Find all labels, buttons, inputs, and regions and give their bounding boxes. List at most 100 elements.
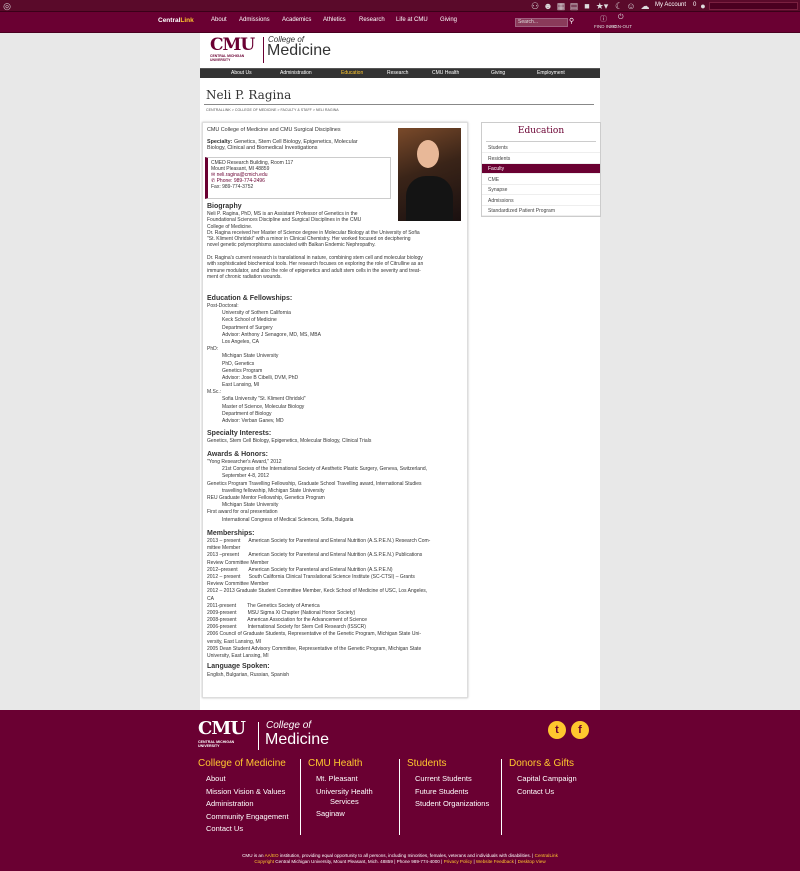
footer-link[interactable]: Future Students xyxy=(415,787,468,796)
nav-athletics[interactable]: Athletics xyxy=(323,17,346,23)
sidebar-item-students[interactable]: Students xyxy=(482,143,600,153)
sitemap-icon[interactable]: ⚇ xyxy=(530,1,540,11)
desktop-view-link[interactable]: Desktop View xyxy=(518,859,546,864)
people-icon[interactable]: ☺ xyxy=(626,1,636,11)
sidebar-title: Education xyxy=(517,126,565,136)
footer-link[interactable]: Contact Us xyxy=(206,824,243,833)
nav-about[interactable]: About xyxy=(211,17,227,23)
cmu-logo[interactable]: CMU xyxy=(210,35,255,55)
footer-link[interactable]: Mission Vision & Values xyxy=(206,787,285,796)
footer-link[interactable]: Saginaw xyxy=(316,809,345,818)
footer-link[interactable]: University Health Services xyxy=(316,787,373,807)
membership-line: 2008-present American Association for th… xyxy=(207,617,368,624)
wordpress-icon[interactable]: ◎ xyxy=(2,1,12,11)
education-line: PhD, Genetics xyxy=(222,360,255,367)
search-input[interactable]: Search... xyxy=(515,18,568,27)
sidebar-item-cme[interactable]: CME xyxy=(482,175,600,185)
logo-medicine: Medicine xyxy=(267,42,332,59)
document-icon[interactable]: ▤ xyxy=(569,1,579,11)
copyright-link[interactable]: Copyright xyxy=(254,859,274,864)
membership-line: 2006 Council of Graduate Students, Repre… xyxy=(207,631,422,638)
sidebar-item-faculty[interactable]: Faculty xyxy=(482,164,600,174)
language-heading: Language Spoken: xyxy=(207,663,270,670)
nav-giving[interactable]: Giving xyxy=(440,17,457,23)
notification-count[interactable]: 0 xyxy=(693,2,696,8)
nav-life-at-cmu[interactable]: Life at CMU xyxy=(396,17,428,23)
logo-divider xyxy=(263,37,264,63)
membership-line: CA xyxy=(207,595,214,602)
award-line: First award for oral presentation xyxy=(207,509,278,516)
lock-icon[interactable]: ■ xyxy=(582,1,592,11)
secnav-research[interactable]: Research xyxy=(387,70,408,77)
secnav-administration[interactable]: Administration xyxy=(280,70,312,77)
sidebar-item-admissions[interactable]: Admissions xyxy=(482,196,600,206)
footer-col-heading: CMU Health xyxy=(308,758,363,769)
education-line: M.Sc.: xyxy=(207,389,222,396)
biography-text: Neli P. Ragina, PhD, MS is an Assistant … xyxy=(207,211,423,280)
membership-line: Review Committee Member xyxy=(207,559,269,566)
footer-link[interactable]: Student Organizations xyxy=(415,799,489,808)
users-icon[interactable]: ☻ xyxy=(543,1,553,11)
secnav-about-us[interactable]: About Us xyxy=(231,70,252,77)
award-line: REU Graduate Mentor Fellowship, Genetics… xyxy=(207,494,325,501)
calendar-icon[interactable]: ▦ xyxy=(556,1,566,11)
search-icon[interactable]: ⚲ xyxy=(569,17,574,25)
footer-centrallink-link[interactable]: CentralLink xyxy=(535,853,558,858)
award-line: Michigan State University xyxy=(222,502,279,509)
membership-line: University, East Lansing, MI xyxy=(207,653,269,659)
account-dropdown[interactable] xyxy=(709,2,798,10)
nav-academics[interactable]: Academics xyxy=(282,17,311,23)
sidebar-item-residents[interactable]: Residents xyxy=(482,154,600,164)
footer-link[interactable]: Community Engagement xyxy=(206,812,289,821)
membership-line: 2011-present The Genetics Society of Ame… xyxy=(207,602,320,609)
footer-cmu-logo[interactable]: CMU xyxy=(198,718,246,739)
facebook-icon[interactable]: f xyxy=(571,721,589,739)
footer-link[interactable]: Administration xyxy=(206,799,254,808)
footer-col-heading: Students xyxy=(407,758,447,769)
languages-text: English, Bulgarian, Russian, Spanish xyxy=(207,672,289,678)
membership-line: 2012–present American Society for Parent… xyxy=(207,566,393,573)
info-icon: ⓘ xyxy=(600,16,607,23)
logo-university: CENTRAL MICHIGAN UNIVERSITY xyxy=(210,54,245,62)
membership-line: 2012 – present South California Clinical… xyxy=(207,573,415,580)
privacy-policy-link[interactable]: Privacy Policy xyxy=(444,859,473,864)
nav-admissions[interactable]: Admissions xyxy=(239,17,270,23)
footer-link[interactable]: About xyxy=(206,774,226,783)
comment-icon[interactable]: ● xyxy=(698,1,708,11)
awards-heading: Awards & Honors: xyxy=(207,451,268,458)
footer-logo-divider xyxy=(258,722,259,750)
membership-line: 2005 Dean Student Advisory Committee, Re… xyxy=(207,645,422,652)
website-feedback-link[interactable]: Website Feedback xyxy=(476,859,514,864)
sign-out-link[interactable]: SIGN-OUT xyxy=(610,24,632,29)
nav-research[interactable]: Research xyxy=(359,17,385,23)
sidebar-item-synapse[interactable]: Synapse xyxy=(482,185,600,195)
membership-line: 2009-present MSU Sigma Xi Chapter (Natio… xyxy=(207,609,356,616)
breadcrumb[interactable]: CENTRALLINK > COLLEGE OF MEDICINE > FACU… xyxy=(206,108,339,112)
award-line: International Congress of Medical Scienc… xyxy=(222,516,354,523)
cloud-icon[interactable]: ☁ xyxy=(640,1,650,11)
legal-line-1: CMU is an AA/EO institution, providing e… xyxy=(242,853,558,858)
award-line: travelling fellowship, Michigan State Un… xyxy=(222,487,325,494)
memberships-list: 2013 – present American Society for Pare… xyxy=(207,538,430,660)
centrallink-brand[interactable]: CentralLink xyxy=(158,17,194,24)
secnav-cmu-health[interactable]: CMU Health xyxy=(432,70,459,77)
education-list: Post-Doctoral: University of Sothern Cali… xyxy=(207,303,321,425)
education-line: Advisor: Verban Ganev, MD xyxy=(222,418,284,424)
education-line: Sofia University "St. Kliment Ohridski" xyxy=(222,396,306,403)
footer-link[interactable]: Current Students xyxy=(415,774,472,783)
secnav-giving[interactable]: Giving xyxy=(491,70,505,77)
star-icon[interactable]: ★▾ xyxy=(595,1,609,11)
membership-line: 2013 – present American Society for Pare… xyxy=(207,538,431,544)
sidebar-item-standardized-patient-program[interactable]: Standardized Patient Program xyxy=(482,206,600,216)
footer-link[interactable]: Contact Us xyxy=(517,787,554,796)
footer-link[interactable]: Mt. Pleasant xyxy=(316,774,358,783)
footer-link[interactable]: Capital Campaign xyxy=(517,774,577,783)
specialty-line-2: Biology, Clinical and Biomedical Investi… xyxy=(207,145,318,151)
my-account-link[interactable]: My Account xyxy=(655,2,686,8)
affiliation: CMU College of Medicine and CMU Surgical… xyxy=(207,127,341,133)
secnav-education[interactable]: Education xyxy=(341,70,363,77)
moon-icon[interactable]: ☾ xyxy=(614,1,624,11)
secnav-employment[interactable]: Employment xyxy=(537,70,565,77)
aaeo-link[interactable]: AA/EO xyxy=(265,853,279,858)
twitter-icon[interactable]: t xyxy=(548,721,566,739)
